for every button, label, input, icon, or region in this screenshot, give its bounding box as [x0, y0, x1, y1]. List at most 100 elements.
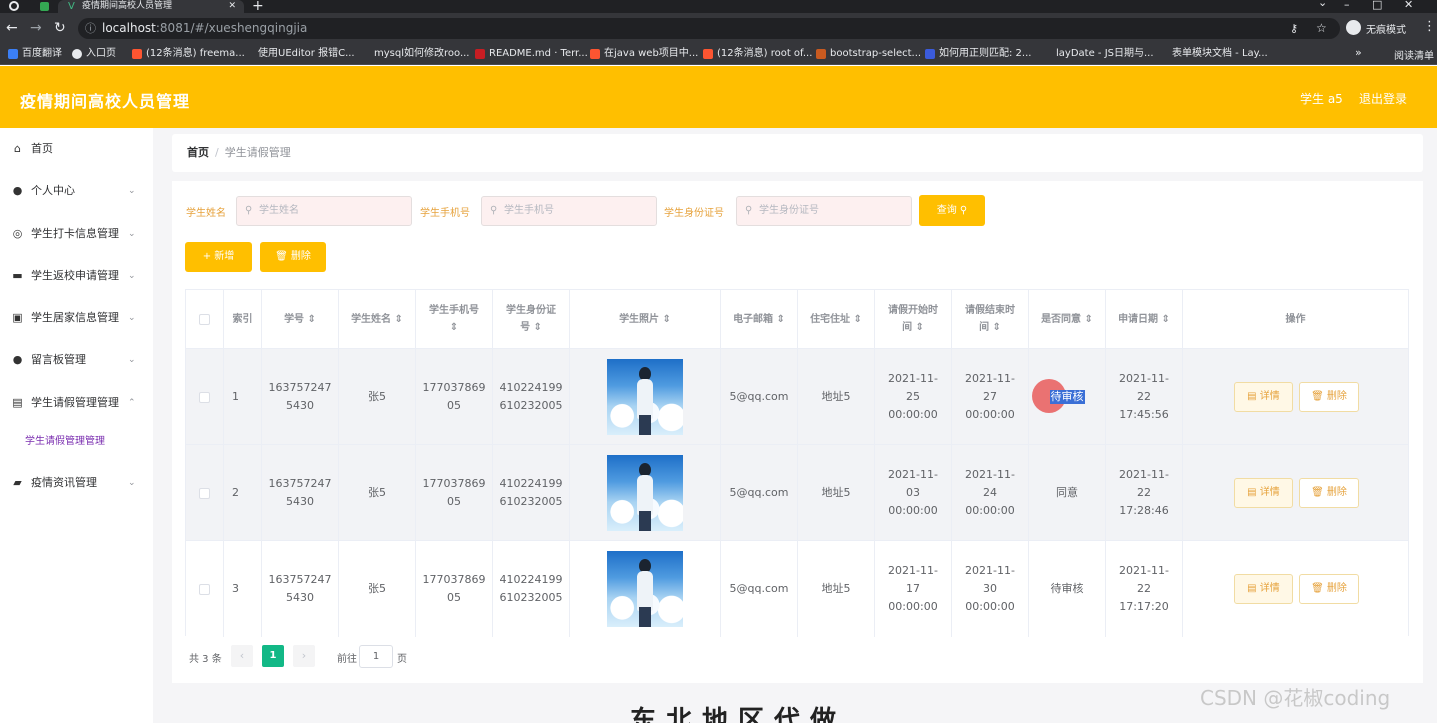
delete-button[interactable]: 🗑 删除 — [1299, 574, 1359, 604]
reload-icon[interactable]: ↻ — [54, 18, 66, 38]
header-address[interactable]: 住宅住址 ⇕ — [798, 290, 875, 349]
checkbox[interactable] — [199, 313, 210, 325]
header-id-number[interactable]: 学生身份证号 ⇕ — [493, 290, 570, 349]
bookmark-item[interactable]: 使用UEditor 报错C... — [244, 46, 355, 62]
bookmark-item[interactable]: 如何用正则匹配: 2... — [925, 46, 1031, 62]
cell-actions: ▤ 详情 🗑 删除 — [1183, 349, 1408, 445]
header-email[interactable]: 电子邮箱 ⇕ — [721, 290, 798, 349]
tab-search-icon[interactable]: ⌄ — [1318, 0, 1327, 9]
new-tab-button[interactable]: + — [252, 0, 264, 14]
key-icon[interactable]: ⚷ — [1290, 18, 1298, 39]
info-icon[interactable]: ⓘ — [85, 18, 96, 39]
pagination-page-current[interactable]: 1 — [262, 645, 284, 667]
header-student-name[interactable]: 学生姓名 ⇕ — [339, 290, 416, 349]
address-host: localhost — [102, 21, 156, 35]
bookmark-item[interactable]: 在java web项目中... — [590, 46, 698, 62]
reading-list[interactable]: 阅读清单 — [1378, 47, 1434, 62]
watermark: CSDN @花椒coding — [1200, 686, 1391, 710]
tab-close-icon[interactable]: ✕ — [228, 0, 236, 12]
browser-tab-active[interactable]: V 疫情期间高校人员管理 ✕ — [58, 0, 244, 13]
delete-button[interactable]: 🗑 删除 — [1299, 478, 1359, 508]
header-start-time[interactable]: 请假开始时间 ⇕ — [875, 290, 952, 349]
cell-start-time: 2021-11-03 00:00:00 — [875, 445, 952, 541]
browser-tab-inactive[interactable] — [0, 0, 34, 13]
bookmark-star-icon[interactable]: ☆ — [1316, 18, 1327, 39]
chrome-logo-icon — [9, 1, 19, 11]
name-search-input[interactable]: ⚲ 学生姓名 — [236, 196, 412, 226]
bookmark-item[interactable]: README.md · Terr... — [475, 46, 588, 62]
pagination-goto-input[interactable]: 1 — [359, 645, 393, 668]
page-icon — [360, 49, 370, 59]
header-apply-date[interactable]: 申请日期 ⇕ — [1106, 290, 1183, 349]
student-photo[interactable] — [607, 551, 683, 627]
cell-actions: ▤ 详情 🗑 删除 — [1183, 445, 1408, 541]
row-select[interactable] — [186, 349, 224, 445]
sidebar-item-home-info[interactable]: ▣ 学生居家信息管理 ⌄ — [0, 297, 153, 339]
sidebar-subitem-leave[interactable]: 学生请假管理管理 — [25, 435, 105, 449]
pagination-goto-prefix: 前往 — [337, 654, 357, 665]
query-button[interactable]: 查询 ⚲ — [919, 195, 985, 226]
delete-button[interactable]: 🗑 删除 — [1299, 382, 1359, 412]
checkbox[interactable] — [199, 583, 210, 595]
cell-phone: 177037869 05 — [416, 541, 493, 637]
header-phone[interactable]: 学生手机号 ⇕ — [416, 290, 493, 349]
detail-button[interactable]: ▤ 详情 — [1234, 574, 1293, 604]
cell-agree: 待审核 — [1029, 349, 1106, 445]
forward-icon[interactable]: → — [30, 18, 42, 38]
header-agree[interactable]: 是否同意 ⇕ — [1029, 290, 1106, 349]
bookmarks-more[interactable]: » — [1355, 46, 1362, 59]
bookmark-item[interactable]: bootstrap-select... — [816, 46, 921, 62]
maximize-icon[interactable]: □ — [1372, 0, 1382, 11]
student-photo[interactable] — [607, 455, 683, 531]
close-window-icon[interactable]: ✕ — [1404, 0, 1413, 11]
breadcrumb-home[interactable]: 首页 — [187, 146, 209, 159]
menu-dots-icon[interactable]: ⋮ — [1423, 19, 1436, 34]
chevron-up-icon: ⌃ — [128, 398, 136, 408]
app-header: 疫情期间高校人员管理 学生 a5 退出登录 — [0, 66, 1437, 128]
add-button[interactable]: + 新增 — [185, 242, 252, 272]
id-search-input[interactable]: ⚲ 学生身份证号 — [736, 196, 912, 226]
bookmark-item[interactable]: 入口页 — [72, 46, 116, 62]
sidebar-item-personal-center[interactable]: ● 个人中心 ⌄ — [0, 170, 153, 212]
bookmark-item[interactable]: layDate - JS日期与... — [1042, 46, 1154, 62]
row-select[interactable] — [186, 445, 224, 541]
bookmark-item[interactable]: 表单模块文档 - Lay... — [1158, 46, 1268, 62]
sidebar-item-return-school[interactable]: ▬ 学生返校申请管理 ⌄ — [0, 255, 153, 297]
header-student-no[interactable]: 学号 ⇕ — [262, 290, 339, 349]
minimize-icon[interactable]: – — [1344, 0, 1350, 11]
checkbox[interactable] — [199, 487, 210, 499]
incognito-label[interactable]: 无痕模式 — [1366, 21, 1406, 36]
checkbox[interactable] — [199, 391, 210, 403]
pagination-prev[interactable]: ‹ — [231, 645, 253, 667]
vue-icon: V — [68, 1, 75, 12]
student-photo[interactable] — [607, 359, 683, 435]
table-row: 1 163757247 5430 张5 177037869 05 410224199… — [186, 349, 1408, 445]
logout-button[interactable]: 退出登录 — [1359, 90, 1407, 107]
header-photo[interactable]: 学生照片 ⇕ — [570, 290, 721, 349]
browser-tab-inactive-2[interactable] — [34, 0, 58, 13]
sidebar-item-leave[interactable]: ▤ 学生请假管理管理 ⌃ — [0, 382, 153, 424]
row-select[interactable] — [186, 541, 224, 637]
cell-start-time: 2021-11-25 00:00:00 — [875, 349, 952, 445]
bookmark-item[interactable]: mysql如何修改roo... — [360, 46, 469, 62]
sidebar-item-label: 个人中心 — [31, 184, 75, 197]
detail-button[interactable]: ▤ 详情 — [1234, 382, 1293, 412]
phone-search-input[interactable]: ⚲ 学生手机号 — [481, 196, 657, 226]
header-select-all[interactable] — [186, 290, 224, 349]
header-end-time[interactable]: 请假结束时间 ⇕ — [952, 290, 1029, 349]
bookmark-item[interactable]: 百度翻译 — [8, 46, 62, 62]
bookmark-item[interactable]: (12条消息) freema... — [132, 46, 245, 62]
back-icon[interactable]: ← — [6, 18, 18, 38]
page-icon — [925, 49, 935, 59]
cell-apply-date: 2021-11-22 17:17:20 — [1106, 541, 1183, 637]
detail-button[interactable]: ▤ 详情 — [1234, 478, 1293, 508]
sidebar-item-checkin[interactable]: ◎ 学生打卡信息管理 ⌄ — [0, 213, 153, 255]
chevron-down-icon: ⌄ — [128, 271, 136, 281]
batch-delete-button[interactable]: 🗑 删除 — [260, 242, 326, 272]
sidebar-item-message-board[interactable]: ● 留言板管理 ⌄ — [0, 339, 153, 381]
pagination-next[interactable]: › — [293, 645, 315, 667]
address-bar[interactable]: ⓘ localhost:8081/#/xueshengqingjia ⚷ ☆ — [78, 18, 1340, 39]
bookmark-item[interactable]: (12条消息) root of... — [703, 46, 812, 62]
sidebar-item-news[interactable]: ▰ 疫情资讯管理 ⌄ — [0, 462, 153, 504]
sidebar-item-home[interactable]: ⌂ 首页 — [0, 128, 153, 170]
